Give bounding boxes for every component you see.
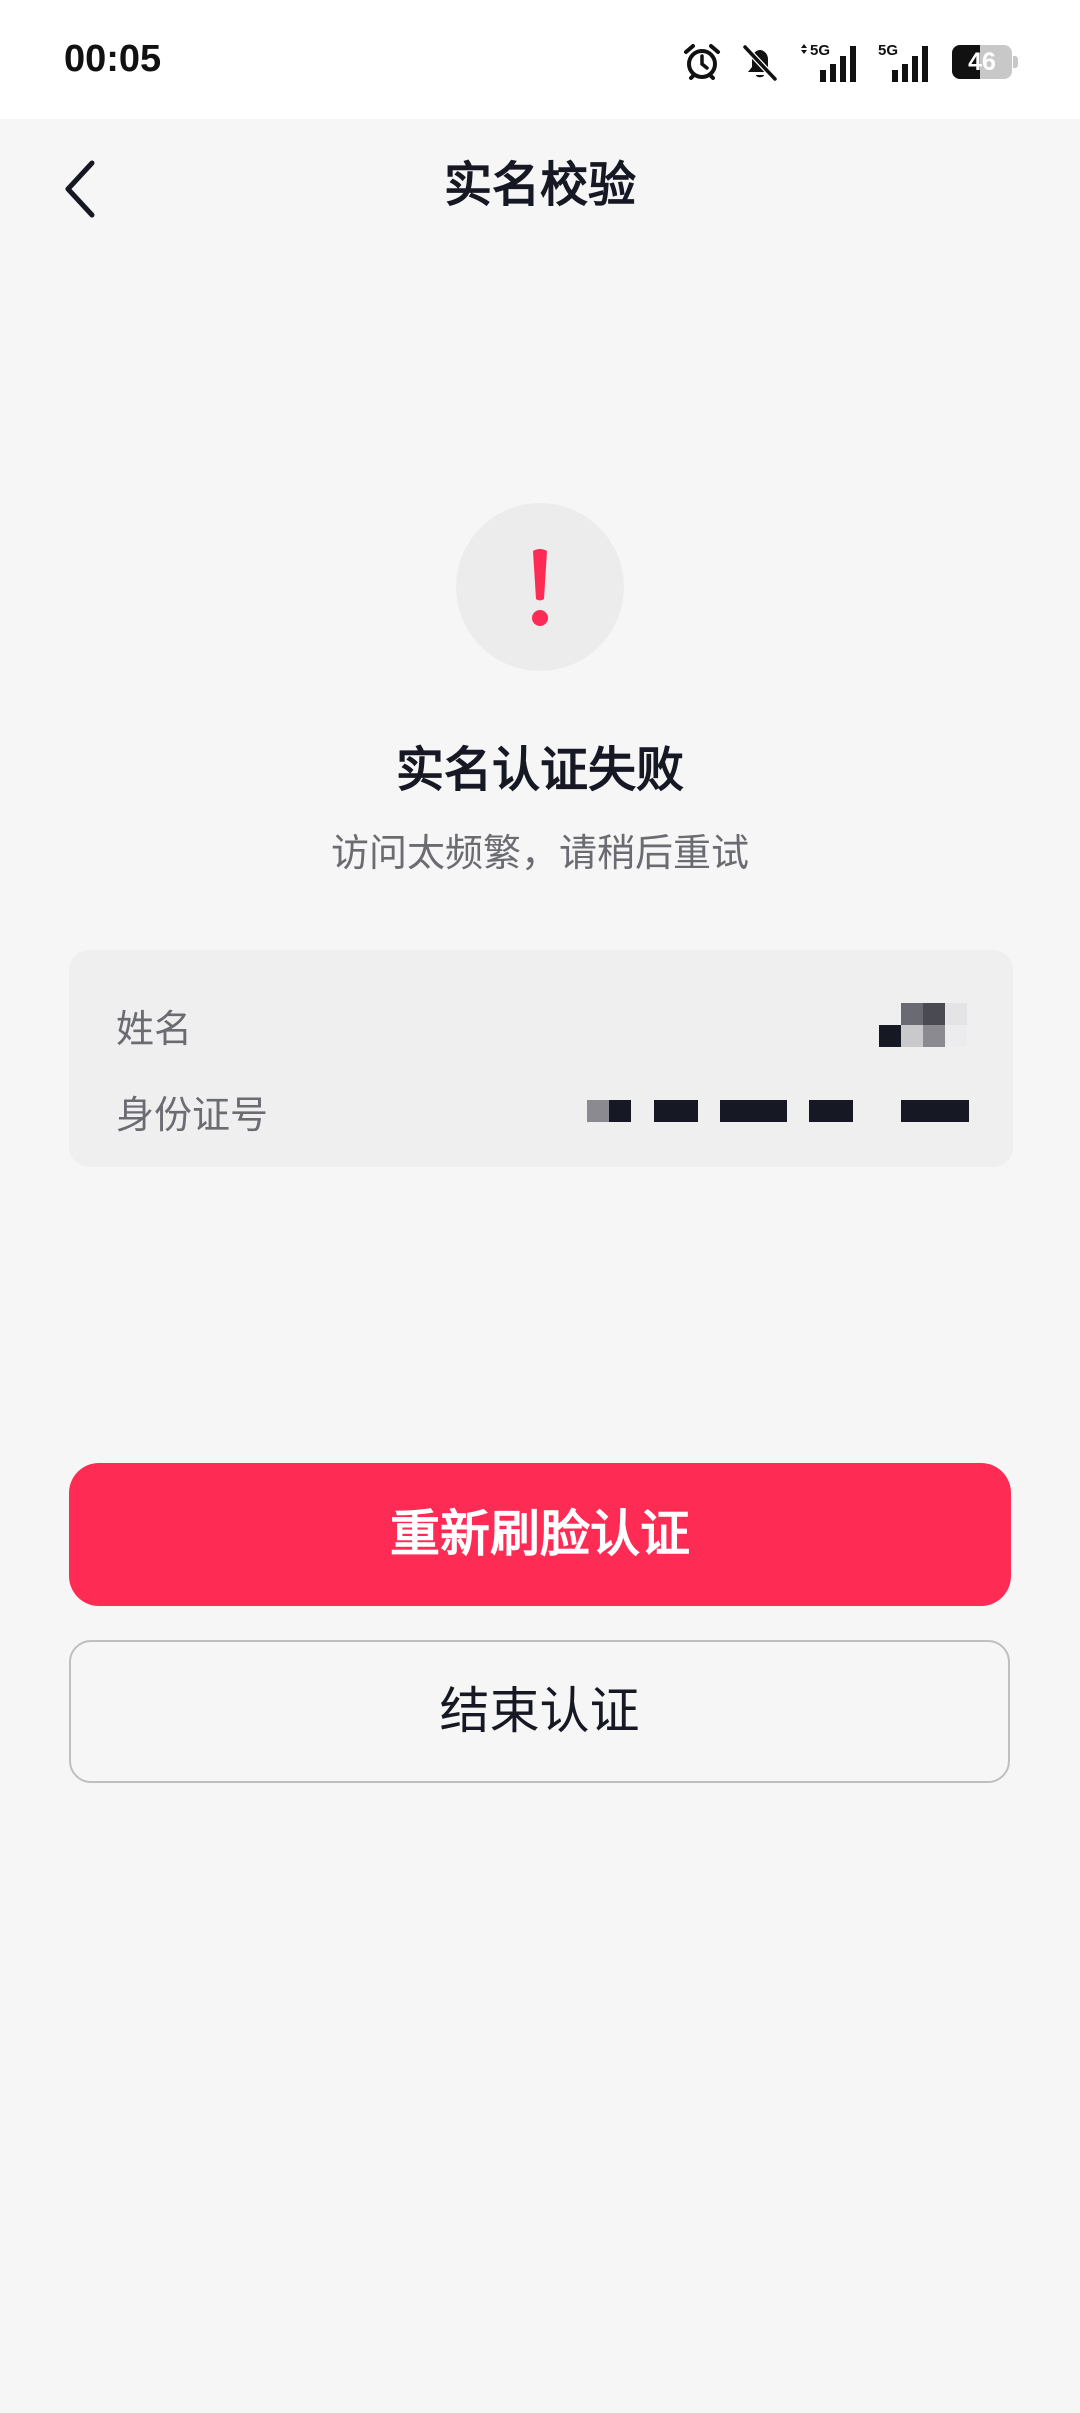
signal-5g-icon: 5G: [878, 42, 928, 82]
svg-text:5G: 5G: [810, 42, 830, 59]
battery-level: 46: [968, 48, 996, 76]
status-icons: 5G 5G 46: [682, 40, 1018, 84]
alert-badge: [456, 503, 624, 671]
exclamation-icon: [532, 549, 548, 626]
id-number-label: 身份证号: [116, 1092, 269, 1137]
masked-id-value: [587, 1099, 969, 1123]
identity-info-card: 姓名 身份证号: [69, 950, 1013, 1167]
id-number-row: 身份证号: [116, 1081, 969, 1141]
status-time: 00:05: [64, 38, 162, 80]
name-label: 姓名: [116, 1006, 193, 1051]
result-title: 实名认证失败: [395, 742, 684, 798]
bell-muted-icon: [742, 44, 778, 82]
end-verification-button[interactable]: 结束认证: [69, 1640, 1010, 1783]
status-bar: 00:05 5G 5G 46: [0, 0, 1080, 119]
battery-icon: 46: [952, 45, 1018, 79]
result-subtitle: 访问太频繁，请稍后重试: [330, 831, 749, 875]
retry-face-verification-button[interactable]: 重新刷脸认证: [69, 1463, 1011, 1606]
page-title: 实名校验: [443, 157, 636, 213]
nav-bar: 实名校验: [0, 119, 1080, 251]
alarm-icon: [684, 44, 720, 80]
svg-text:5G: 5G: [878, 42, 898, 59]
masked-name-value: [879, 1001, 969, 1049]
name-row: 姓名: [116, 995, 969, 1055]
signal-5g-icon: 5G: [801, 42, 856, 82]
